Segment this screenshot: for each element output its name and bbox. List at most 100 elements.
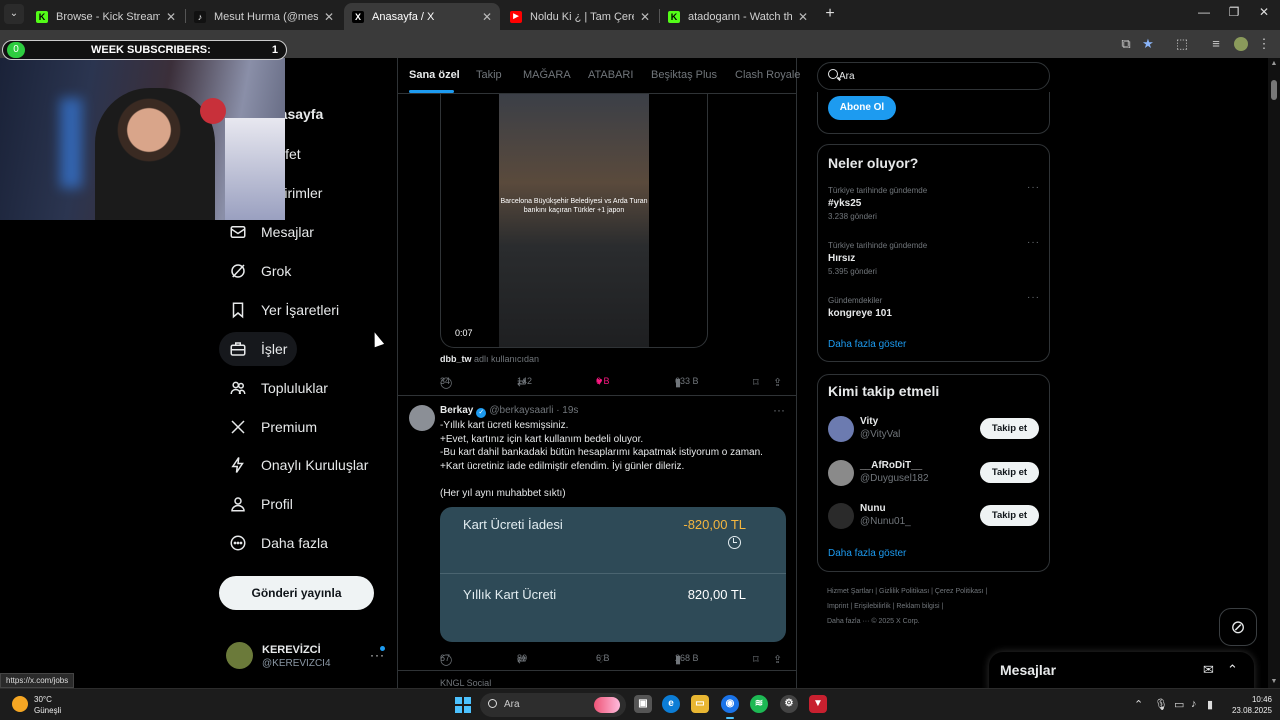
window-close-icon[interactable]: ✕ (1252, 5, 1276, 19)
nav-profile[interactable]: Profil (219, 487, 303, 521)
clock-icon (728, 536, 741, 549)
who-show-more-link[interactable]: Daha fazla göster (828, 548, 906, 559)
nav-bookmarks[interactable]: Yer İşaretleri (219, 293, 349, 327)
close-icon[interactable]: ✕ (482, 10, 492, 24)
taskbar-search[interactable]: Ara (480, 693, 626, 717)
follow-button[interactable]: Takip et (980, 462, 1039, 483)
close-icon[interactable]: ✕ (798, 10, 808, 24)
premium-box: Abone Ol (817, 92, 1050, 134)
display-icon[interactable]: ▭ (1174, 698, 1184, 711)
led-light (60, 98, 82, 188)
app-icon[interactable]: ▼ (809, 695, 827, 713)
follow-suggestion[interactable]: __AfRoDiT__ @Duygusel182 Takip et (828, 460, 1040, 488)
expand-icon[interactable]: ⌃ (1227, 662, 1238, 678)
tab-magara[interactable]: MAĞARA (523, 69, 571, 81)
nav-more[interactable]: Daha fazla (219, 526, 338, 560)
more-icon[interactable]: ··· (1027, 237, 1040, 248)
nav-grok[interactable]: Grok (219, 254, 301, 288)
new-tab-button[interactable]: + (822, 5, 838, 23)
more-icon[interactable]: ··· (1027, 292, 1040, 303)
file-explorer-icon[interactable]: ▭ (691, 695, 709, 713)
follow-button[interactable]: Takip et (980, 505, 1039, 526)
tweet-image[interactable]: Kart Ücreti İadesi -820,00 TL Yıllık Kar… (440, 507, 786, 642)
weather-sun-icon[interactable] (12, 696, 28, 712)
clock-time: 10:46 (1251, 695, 1272, 704)
tray-chevron-icon[interactable]: ⌃ (1134, 698, 1143, 711)
people-icon (229, 379, 247, 397)
browser-tab-x[interactable]: X Anasayfa / X ✕ (344, 3, 500, 30)
chrome-icon[interactable]: ◉ (721, 695, 739, 719)
video-player[interactable]: Barcelona Büyükşehir Belediyesi vs Arda … (440, 94, 708, 348)
jersey-background (225, 118, 285, 220)
subscribe-button[interactable]: Abone Ol (828, 96, 896, 120)
trend-item[interactable]: Gündemdekiler kongreye 101 ··· (828, 292, 1040, 319)
nav-messages[interactable]: Mesajlar (219, 215, 324, 249)
nav-premium[interactable]: Premium (219, 410, 327, 444)
grok-button[interactable]: ⊘ (1219, 608, 1257, 646)
nav-verified-orgs[interactable]: Onaylı Kuruluşlar (219, 448, 378, 482)
author-name[interactable]: Berkay (440, 405, 473, 416)
follow-suggestion[interactable]: Nunu @Nunu01_ Takip et (828, 503, 1040, 531)
tab-atabari[interactable]: ATABARI (588, 69, 633, 81)
steam-icon[interactable]: ⚙ (780, 695, 798, 713)
tweet-time[interactable]: · 19s (556, 405, 578, 416)
close-icon[interactable]: ✕ (640, 10, 650, 24)
microphone-icon[interactable]: 🎙 (1154, 698, 1168, 711)
browser-menu-icon[interactable]: ⋮ (1256, 36, 1272, 52)
bookmark-star-icon[interactable]: ★ (1140, 36, 1156, 52)
author-handle[interactable]: @berkaysaarli (489, 405, 553, 416)
trends-show-more-link[interactable]: Daha fazla göster (828, 339, 906, 350)
more-icon[interactable]: ··· (773, 403, 785, 417)
tab-following[interactable]: Takip (476, 69, 502, 81)
close-icon[interactable]: ✕ (166, 10, 176, 24)
weather-widget[interactable]: 30°C Güneşli (34, 694, 61, 716)
nav-jobs[interactable]: İşler (219, 332, 298, 366)
start-button[interactable] (455, 697, 471, 713)
footer-line[interactable]: Imprint | Erişilebilirlik | Reklam bilgi… (827, 599, 1047, 614)
browser-tab-youtube[interactable]: ▶ Noldu Ki ¿ | Tam Çerezlik | #245 ✕ (502, 3, 658, 30)
system-clock[interactable]: 10:46 23.08.2025 (1226, 694, 1272, 716)
follow-suggestion[interactable]: Vity @VityVal Takip et (828, 416, 1040, 444)
battery-icon[interactable]: ▮ (1207, 698, 1213, 711)
tab-search-button[interactable]: ⌄ (4, 4, 24, 24)
source-user-link[interactable]: dbb_tw (440, 354, 472, 364)
footer-line[interactable]: Daha fazla ··· © 2025 X Corp. (827, 614, 1047, 629)
browser-tab-kick-vod[interactable]: K atadogann - Watch the VOD on ✕ (660, 3, 816, 30)
tab-besiktas-plus[interactable]: Beşiktaş Plus (651, 69, 717, 81)
post-button[interactable]: Gönderi yayınla (219, 576, 374, 610)
follow-button[interactable]: Takip et (980, 418, 1039, 439)
task-view-icon[interactable]: ▣ (634, 695, 652, 713)
browser-tab-kick[interactable]: K Browse - Kick Streaming ✕ (28, 3, 184, 30)
more-icon[interactable]: ··· (1027, 182, 1040, 193)
trend-item[interactable]: Türkiye tarihinde gündemde Hırsız 5.395 … (828, 237, 1040, 276)
tweet-line (440, 473, 790, 487)
account-switcher[interactable]: KEREVİZCİ @KEREVIZCI4 ··· (226, 642, 386, 672)
tab-clash-royale[interactable]: Clash Royale (735, 69, 800, 81)
restore-icon[interactable]: ❐ (1222, 5, 1246, 19)
minimize-icon[interactable]: — (1192, 5, 1216, 19)
edge-icon[interactable]: e (662, 695, 680, 713)
media-controls-icon[interactable]: ≡ (1208, 36, 1224, 52)
browser-tab-tiktok[interactable]: ♪ Mesut Hurma (@mesut.hurma) ✕ (186, 3, 342, 30)
search-input[interactable]: Ara (817, 62, 1050, 90)
volume-icon[interactable]: ♪ (1191, 698, 1197, 710)
trend-item[interactable]: Türkiye tarihinde gündemde #yks25 3.238 … (828, 182, 1040, 221)
new-message-icon[interactable]: ✉ (1203, 662, 1214, 678)
scrollbar-thumb[interactable] (1271, 80, 1277, 100)
spotify-icon[interactable]: ≋ (750, 695, 768, 713)
profile-avatar[interactable] (1233, 36, 1249, 52)
nav-label: Grok (261, 263, 292, 279)
footer-line[interactable]: Hizmet Şartları | Gizlilik Politikası | … (827, 584, 1047, 599)
trend-topic: #yks25 (828, 198, 862, 209)
scroll-up-icon[interactable]: ▲ (1270, 60, 1278, 67)
messages-drawer[interactable]: Mesajlar ✉ ⌃ (989, 652, 1254, 688)
close-icon[interactable]: ✕ (324, 10, 334, 24)
page-scrollbar[interactable]: ▲ ▼ (1268, 58, 1280, 688)
avatar[interactable] (409, 405, 435, 431)
trend-posts: 5.395 gönderi (828, 267, 877, 276)
scroll-down-icon[interactable]: ▼ (1270, 678, 1278, 685)
extensions-icon[interactable]: ⬚ (1174, 36, 1190, 52)
cast-icon[interactable]: ⧉ (1118, 36, 1134, 52)
tab-for-you[interactable]: Sana özel (409, 69, 460, 81)
nav-communities[interactable]: Topluluklar (219, 371, 338, 405)
